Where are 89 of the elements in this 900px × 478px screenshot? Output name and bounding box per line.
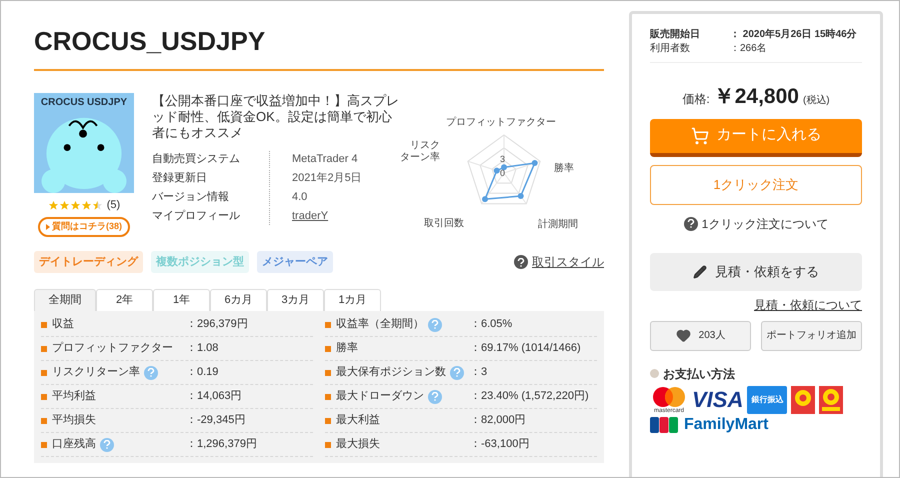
stat-label: 口座残高 [52,436,96,452]
spec-label: 自動売買システム [152,151,270,168]
stat-label: 平均損失 [52,413,96,428]
review-count: (5) [106,198,120,213]
stat-label: 最大ドローダウン [336,389,424,404]
stat-label: リスクリターン率 [52,364,140,380]
stat-value: ：23.40% (1,572,220円) [470,389,589,404]
axis-tick: 3 [500,153,506,166]
stat-value: ：0.19 [186,365,218,380]
bullet-icon [325,322,331,328]
bullet-icon [41,370,47,376]
bullet-icon [41,394,47,400]
info-value: ： 2020年5月26日 15時46分 [730,28,857,42]
bullet-icon [41,442,47,448]
bullet-icon [325,442,331,448]
period-tab[interactable]: 1年 [153,289,210,311]
spec-label: バージョン情報 [152,189,270,206]
bullet-icon [325,418,331,424]
radar-label: ターン率 [400,152,440,164]
stat-label: 最大保有ポジション数 [336,365,446,380]
spec-label: マイプロフィール [152,208,270,225]
bullet-icon [325,394,331,400]
axis-tick: 0 [500,167,506,180]
stat-value: ：3 [470,365,488,380]
bank-transfer-logo: 銀行振込 [747,386,788,414]
stat-label: 平均利益 [52,389,96,404]
stat-label: 最大利益 [336,413,380,428]
period-tab[interactable]: 1カ月 [324,289,381,311]
image-caption: CROCUS USDJPY [40,96,128,110]
spec-value: 4.0 [292,190,308,206]
card-logo: VISA [692,386,744,414]
bullet-icon [41,346,47,352]
radar-label: 勝率 [554,162,574,176]
radar-label: リスク [410,140,440,152]
price: ￥24,800 [714,84,799,110]
stat-value: ：82,000円 [470,413,526,428]
stat-value: ：69.17% (1014/1466) [470,341,581,356]
stat-label: 収益 [52,317,74,332]
cart-icon [690,126,708,144]
period-tab[interactable]: 3カ月 [267,289,324,311]
info-label: 販売開始日 [650,28,701,42]
stat-value: ：1,296,379円 [186,437,257,452]
radar-label: 計測期間 [538,218,578,232]
product-headline: 【公開本番口座で収益増加中！】高スプレッド耐性、低資金OK。設定は簡単で初心者にもオススメ [152,93,400,141]
bullet-icon [325,346,331,352]
profile-link[interactable]: traderY [292,208,328,225]
stat-label: プロフィットファクター [52,340,173,356]
spec-label: 登録更新日 [152,170,270,187]
style-link[interactable]: 取引スタイル [532,253,604,271]
stat-label: 最大損失 [336,437,380,452]
help-icon[interactable] [514,255,528,269]
period-tab[interactable]: 6カ月 [210,289,267,311]
pen-icon [693,264,707,278]
heart-icon [676,328,691,343]
store-logo-icon [791,386,816,414]
estimate-button[interactable]: 見積・依頼をする [650,252,862,290]
card-logo-icon [650,416,678,432]
estimate-help-link[interactable]: 見積・依頼について [754,296,862,314]
radar-label: 取引回数 [424,217,464,231]
payment-title: お支払い方法 [663,366,735,382]
bullet-icon [41,322,47,328]
period-tab[interactable]: 2年 [96,289,153,311]
favorite-button[interactable]: 203人 [650,320,751,350]
tax-note: (税込) [802,94,830,108]
stat-value: ：1.08 [186,341,218,356]
page-title: CROCUS_USDJPY [34,25,266,57]
bullet-icon [325,370,331,376]
portfolio-button[interactable]: ポートフォリオ追加 [761,320,862,350]
stat-value: ：-29,345円 [186,413,246,428]
stat-value: ：14,063円 [186,389,242,404]
stat-value: ：6.05% [470,317,512,332]
period-tab[interactable]: 全期間 [34,289,96,311]
store-logo-icon [819,386,844,414]
radar-label: プロフィットファクター [446,116,556,130]
stat-label: 勝率 [336,340,358,356]
stat-value: ：-63,100円 [470,437,530,452]
help-icon[interactable] [684,216,698,230]
spec-value: 2021年2月5日 [292,171,362,186]
triangle-icon [46,224,50,230]
bullet-icon [650,369,659,378]
info-value: ：266名 [730,42,767,56]
stat-label: 収益率（全期間） [336,316,424,332]
price-label: 価格: [682,91,710,108]
spec-value: MetaTrader 4 [292,152,358,168]
info-label: 利用者数 [650,42,691,56]
bullet-icon [41,418,47,424]
convenience-store-logo: FamilyMart [684,416,768,432]
one-click-help-link[interactable]: 1クリック注文について [702,214,828,232]
stat-value: ：296,379円 [186,317,248,332]
